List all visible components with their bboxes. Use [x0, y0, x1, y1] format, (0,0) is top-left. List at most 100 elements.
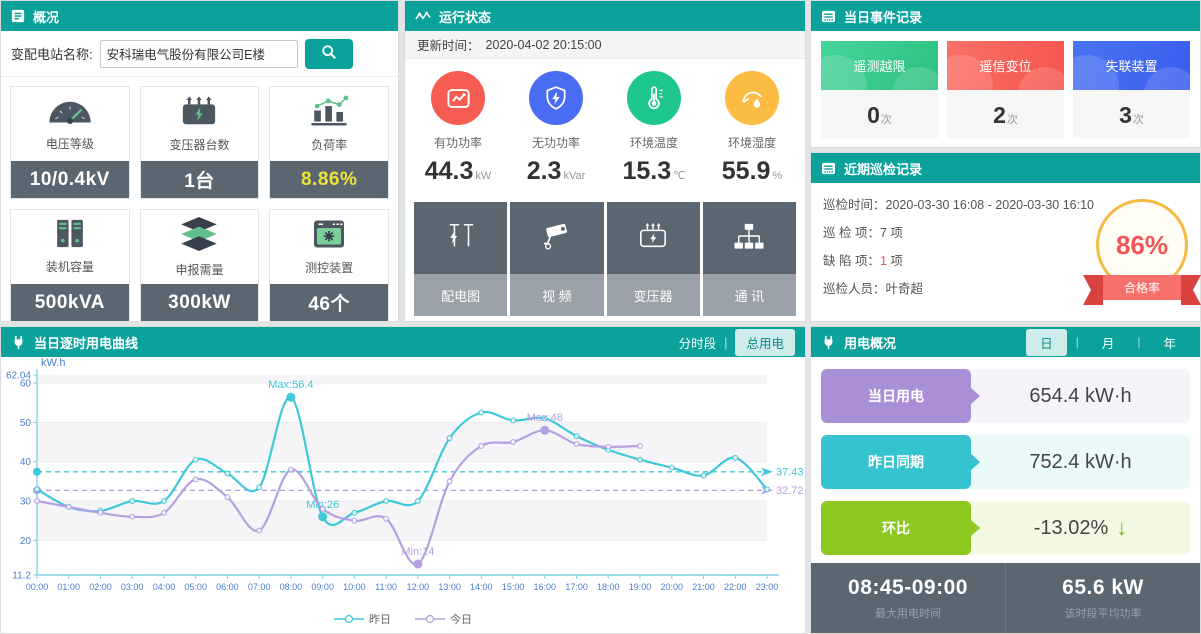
- panel-title: 近期巡检记录: [844, 159, 922, 178]
- svg-text:03:00: 03:00: [121, 582, 144, 592]
- defect-count: 1: [880, 254, 887, 268]
- tab-day[interactable]: 日: [1026, 329, 1067, 356]
- stat-value: 300kW: [141, 284, 259, 321]
- stat-value: 1台: [141, 161, 259, 198]
- search-icon: [321, 44, 337, 63]
- event-card-telemetry-overlimit: 遥测越限 0次: [821, 41, 938, 138]
- stat-card-transformer-count: 变压器台数 1台: [140, 86, 260, 199]
- usage-row-today: 当日用电 654.4 kW·h: [821, 369, 1190, 423]
- svg-text:11:00: 11:00: [375, 582, 397, 592]
- event-count: 2: [993, 102, 1006, 129]
- svg-text:19:00: 19:00: [629, 582, 652, 592]
- substation-name-input[interactable]: [100, 40, 298, 68]
- event-card-title: 遥测越限: [821, 41, 938, 90]
- power-curve-svg: kW.h62.04605040302011.200:0001:0002:0003…: [1, 357, 805, 607]
- event-cards: 遥测越限 0次 遥信变位 2次 失联装置 3次: [811, 31, 1200, 148]
- hourly-power-chart-panel: 当日逐时用电曲线 分时段 | 总用电 kW.h62.04605040302011…: [0, 326, 806, 634]
- network-tree-icon: [732, 221, 766, 256]
- installed-capacity-icon: [50, 219, 90, 253]
- toggle-total-power[interactable]: 总用电: [735, 329, 795, 356]
- nav-button-distribution-diagram[interactable]: 配电图: [414, 202, 507, 316]
- usage-row-label: 环比: [821, 501, 971, 555]
- svg-text:10:00: 10:00: [343, 582, 366, 592]
- search-button[interactable]: [305, 39, 353, 69]
- nav-button-video[interactable]: 视 频: [510, 202, 603, 316]
- overview-stats-grid: 电压等级 10/0.4kV 变压器台数 1台 负荷率: [1, 77, 398, 331]
- pass-rate-value: 86%: [1116, 230, 1168, 261]
- metric-value: 55.9: [722, 157, 771, 186]
- usage-row-ratio: 环比 -13.02%↓: [821, 501, 1190, 555]
- pass-rate-badge: 86% 合格率: [1094, 191, 1190, 303]
- event-unit: 次: [1133, 111, 1144, 127]
- event-unit: 次: [1007, 111, 1018, 127]
- metric-temperature: 环境温度 15.3℃: [605, 71, 703, 186]
- nav-button-communication[interactable]: 通 讯: [703, 202, 796, 316]
- stat-label: 装机容量: [46, 258, 94, 275]
- inspection-time-row: 巡检时间：2020-03-30 16:08 - 2020-03-30 16:10: [823, 191, 1094, 219]
- svg-text:22:00: 22:00: [724, 582, 747, 592]
- stat-card-installed-capacity: 装机容量 500kVA: [10, 209, 130, 322]
- stat-card-load-rate: 负荷率 8.86%: [269, 86, 389, 199]
- metric-unit: %: [772, 170, 782, 182]
- usage-row-yesterday: 昨日同期 752.4 kW·h: [821, 435, 1190, 489]
- inspection-details: 巡检时间：2020-03-30 16:08 - 2020-03-30 16:10…: [823, 191, 1094, 303]
- declared-demand-icon: [178, 217, 220, 256]
- event-count: 0: [867, 102, 880, 129]
- metric-unit: ℃: [673, 169, 685, 182]
- update-time-row: 更新时间： 2020-04-02 20:15:00: [405, 31, 805, 59]
- svg-text:37.43: 37.43: [776, 466, 804, 478]
- usage-row-value: 752.4 kW·h: [971, 435, 1190, 489]
- transformer-count-icon: [177, 96, 221, 131]
- metric-label: 无功功率: [532, 134, 580, 151]
- svg-text:40: 40: [20, 457, 32, 468]
- legend-item[interactable]: 今日: [415, 611, 472, 627]
- plug-icon: [11, 335, 26, 350]
- usage-row-label: 当日用电: [821, 369, 971, 423]
- stat-label: 申报需量: [175, 261, 223, 278]
- record-book-icon: [821, 10, 836, 23]
- stat-value: 46个: [270, 284, 388, 321]
- line-chart: kW.h62.04605040302011.200:0001:0002:0003…: [1, 357, 805, 607]
- svg-text:11.2: 11.2: [12, 571, 31, 582]
- svg-text:12:00: 12:00: [407, 582, 430, 592]
- legend-item[interactable]: 昨日: [334, 611, 391, 627]
- stat-value: 500kVA: [11, 284, 129, 321]
- svg-text:Max:56.4: Max:56.4: [268, 379, 313, 391]
- chart-legend: 昨日 今日: [1, 607, 805, 631]
- toggle-separator: |: [724, 335, 727, 350]
- metric-label: 环境湿度: [728, 134, 776, 151]
- svg-text:23:00: 23:00: [756, 582, 779, 592]
- svg-text:60: 60: [20, 379, 32, 390]
- svg-text:02:00: 02:00: [89, 582, 112, 592]
- nav-label: 通 讯: [703, 274, 796, 316]
- tab-year[interactable]: 年: [1149, 329, 1190, 356]
- active-power-icon: [431, 71, 485, 125]
- inspection-defects-row: 缺 陷 项：1 项: [823, 247, 1094, 275]
- avg-power: 65.6 kW 该时段平均功率: [1005, 563, 1200, 633]
- power-usage-panel: 用电概况 日 | 月 | 年 当日用电 654.4 kW·h 昨日同期 752.…: [810, 326, 1201, 634]
- events-header: 当日事件记录: [811, 1, 1200, 31]
- stat-label: 电压等级: [46, 135, 94, 152]
- pass-rate-ribbon: 合格率: [1095, 275, 1189, 300]
- svg-text:07:00: 07:00: [248, 582, 271, 592]
- svg-text:00:00: 00:00: [26, 582, 49, 592]
- event-unit: 次: [881, 111, 892, 127]
- stat-label: 负荷率: [311, 136, 347, 153]
- stat-label: 测控装置: [305, 259, 353, 276]
- stat-value: 10/0.4kV: [11, 161, 129, 198]
- down-arrow-icon: ↓: [1116, 517, 1127, 539]
- toggle-by-period[interactable]: 分时段: [679, 333, 717, 352]
- tab-separator: |: [1137, 335, 1140, 349]
- nav-button-transformer[interactable]: 变压器: [607, 202, 700, 316]
- panel-title: 当日事件记录: [844, 7, 922, 26]
- svg-text:17:00: 17:00: [565, 582, 588, 592]
- status-header: 运行状态: [405, 1, 805, 31]
- thermometer-icon: [627, 71, 681, 125]
- tab-month[interactable]: 月: [1088, 329, 1129, 356]
- gauge-icon: [47, 97, 93, 130]
- svg-text:Min:14: Min:14: [401, 546, 434, 558]
- svg-text:04:00: 04:00: [153, 582, 176, 592]
- event-card-signal-change: 遥信变位 2次: [947, 41, 1064, 138]
- svg-text:06:00: 06:00: [216, 582, 239, 592]
- svg-text:16:00: 16:00: [534, 582, 557, 592]
